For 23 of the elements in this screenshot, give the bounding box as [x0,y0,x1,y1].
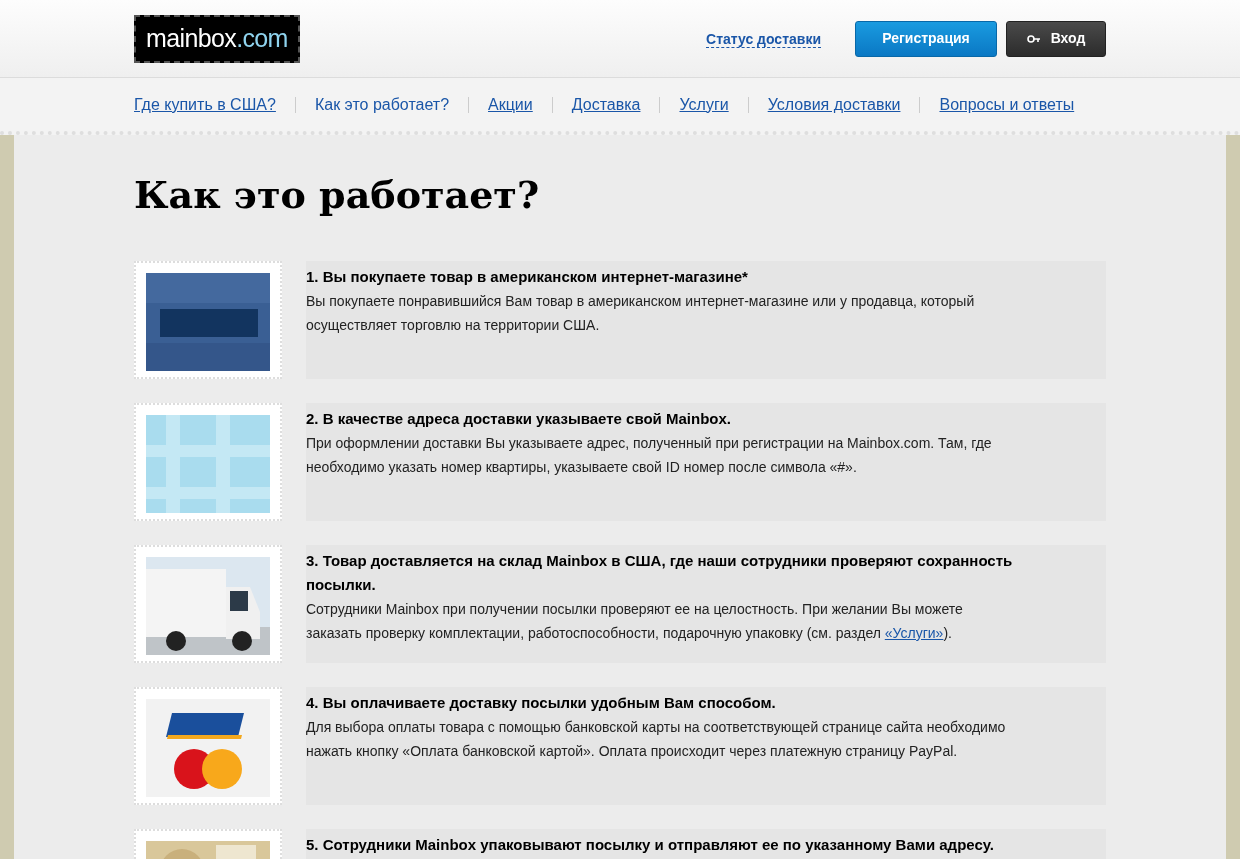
step-heading: 1. Вы покупаете товар в американском интернет-магазине* [306,267,749,287]
nav-link[interactable]: Условия доставки [767,92,901,117]
key-icon [1026,34,1041,43]
page-title: Как это работает? [134,171,541,219]
services-link[interactable]: «Услуги» [884,625,944,641]
step-description: Вы покупаете понравившийся Вам товар в американском интернет-магазине или у продавца, который осуществляет торговлю на территории США. [306,292,976,335]
step-heading: 2. В качестве адреса доставки указываете свой Mainbox. [306,409,732,429]
step-heading: 4. Вы оплачиваете доставку посылки удобным Вам способом. [306,693,777,713]
nav-link[interactable]: Акции [488,92,533,117]
step-description: Сотрудники Mainbox при получении посылки проверяют ее на целостность. При желании Вы можете заказать проверку комплектации, работоспособности, подарочную упаковку (см. раздел «Услуги»). [306,600,964,643]
delivery-status-link[interactable]: Статус доставки [706,31,821,48]
step-description: Для выбора оплаты товара с помощью банковской карты на соответствующей странице сайта необходимо нажать кнопку «Оплата банковской картой». Оплата происходит через платежную страницу PayPal. [306,718,1006,761]
nav-link[interactable]: Доставка [571,92,641,117]
nav-link[interactable]: Услуги [679,92,729,117]
nav-link[interactable]: Где купить в США? [134,92,276,117]
nav-link[interactable]: Как это работает? [314,92,450,117]
step-heading: 5. Сотрудники Mainbox упаковывают посылку и отправляют ее по указанному Вами адресу. [306,835,995,855]
nav-link[interactable]: Вопросы и ответы [939,92,1075,117]
step-heading: 3. Товар доставляется на склад Mainbox в США, где наши сотрудники проверяют сохранность посылки. [306,551,1014,595]
logo[interactable]: mainbox.com [134,14,300,63]
step-description: При оформлении доставки Вы указываете адрес, полученный при регистрации на Mainbox.com. Там, где необходимо указать номер квартиры, указываете свой ID номер после символа «#». [306,434,993,477]
register-button[interactable]: Регистрация [855,20,997,57]
login-button[interactable]: Вход [1006,20,1106,57]
